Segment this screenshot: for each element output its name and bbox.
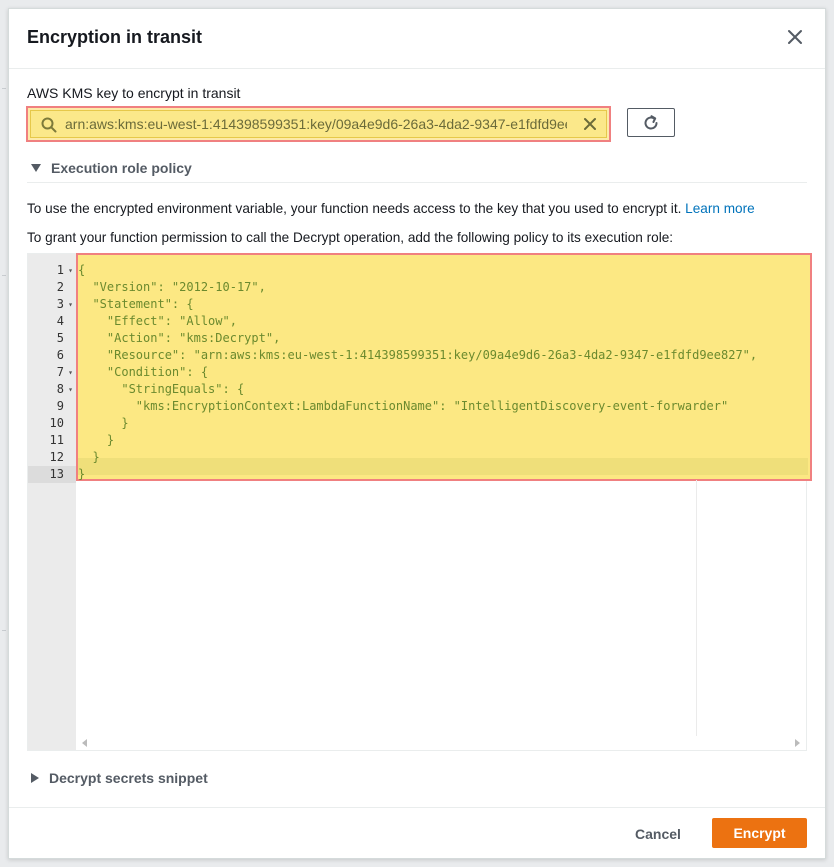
line-number: 13: [28, 466, 76, 483]
policy-description: To use the encrypted environment variabl…: [27, 201, 755, 216]
kms-key-input-box: [30, 110, 607, 138]
line-number: 3 ▾: [56, 296, 73, 313]
code-line: "Condition": {: [78, 365, 209, 379]
line-number: 10: [49, 416, 64, 430]
line-number: 5: [56, 331, 64, 345]
policy-code-editor[interactable]: 1 ▾ 2 3 ▾ 4 5 6 7 ▾ 8 ▾ 9 10 11 12 13 { "Version": "2012…: [27, 253, 812, 751]
fold-arrow-icon[interactable]: ▾: [68, 381, 73, 398]
decrypt-snippet-heading: Decrypt secrets snippet: [49, 770, 208, 786]
code-line: {: [78, 263, 86, 277]
code-line: "Effect": "Allow",: [78, 314, 237, 328]
horizontal-scrollbar[interactable]: [76, 736, 806, 750]
line-number: 8 ▾: [56, 381, 73, 398]
refresh-button[interactable]: [627, 108, 675, 137]
code-line: "Resource": "arn:aws:kms:eu-west-1:41439…: [78, 348, 758, 362]
code-line: }: [78, 450, 100, 464]
kms-key-input[interactable]: [65, 111, 567, 137]
code-line: }: [78, 467, 86, 481]
section-divider: [27, 182, 807, 183]
scroll-left-icon[interactable]: [82, 739, 87, 747]
refresh-icon: [644, 115, 658, 130]
code-line: "StringEquals": {: [78, 382, 245, 396]
caret-down-icon: [31, 164, 41, 172]
code-line: "kms:EncryptionContext:LambdaFunctionNam…: [78, 399, 729, 413]
editor-gutter: 1 ▾ 2 3 ▾ 4 5 6 7 ▾ 8 ▾ 9 10 11 12 13: [28, 254, 76, 750]
line-number: 1 ▾: [56, 262, 73, 279]
footer-divider: [9, 807, 825, 808]
cancel-button[interactable]: Cancel: [625, 819, 691, 849]
decrypt-snippet-toggle[interactable]: Decrypt secrets snippet: [31, 770, 208, 786]
fold-arrow-icon[interactable]: ▾: [68, 296, 73, 313]
clear-icon[interactable]: [582, 116, 598, 132]
line-number: 2: [56, 280, 64, 294]
code-line: "Statement": {: [78, 297, 194, 311]
fold-arrow-icon[interactable]: ▾: [68, 262, 73, 279]
code-line: "Version": "2012-10-17",: [78, 280, 266, 294]
code-line: }: [78, 416, 129, 430]
caret-right-icon: [31, 773, 39, 783]
code-line: }: [78, 433, 115, 447]
kms-key-field: [26, 106, 611, 142]
line-number: 6: [56, 348, 64, 362]
background-tick: [2, 88, 6, 89]
active-line: [78, 458, 808, 475]
modal-title: Encryption in transit: [27, 27, 203, 47]
line-number: 12: [49, 450, 64, 464]
print-margin: [696, 480, 697, 736]
fold-arrow-icon[interactable]: ▾: [68, 364, 73, 381]
encryption-modal: Encryption in transit AWS KMS key to enc…: [8, 8, 826, 859]
search-icon: [41, 117, 57, 133]
kms-key-label: AWS KMS key to encrypt in transit: [27, 85, 241, 101]
background-tick: [2, 275, 6, 276]
line-number: 9: [56, 399, 64, 413]
line-number: 4: [56, 314, 64, 328]
policy-description-text: To use the encrypted environment variabl…: [27, 201, 682, 216]
grant-instructions: To grant your function permission to cal…: [27, 230, 674, 245]
close-icon: [788, 30, 802, 44]
modal-header: Encryption in transit: [9, 9, 825, 69]
learn-more-link[interactable]: Learn more: [685, 201, 755, 216]
code-line: "Action": "kms:Decrypt",: [78, 331, 281, 345]
line-number: 7 ▾: [56, 364, 73, 381]
encrypt-button[interactable]: Encrypt: [712, 818, 807, 848]
scroll-right-icon[interactable]: [795, 739, 800, 747]
background-tick: [2, 630, 6, 631]
execution-role-policy-heading: Execution role policy: [51, 160, 192, 176]
execution-role-policy-toggle[interactable]: Execution role policy: [31, 160, 192, 176]
line-number: 11: [49, 433, 64, 447]
close-button[interactable]: [785, 27, 805, 47]
